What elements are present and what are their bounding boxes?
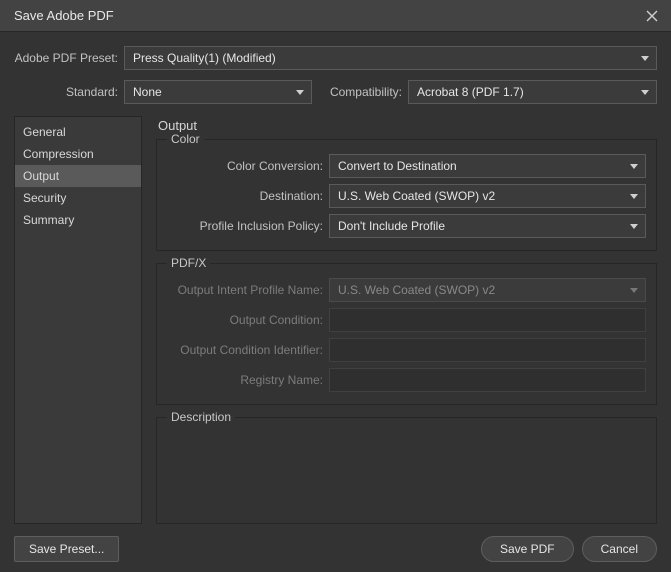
cancel-label: Cancel [601, 542, 638, 556]
output-condition-id-row: Output Condition Identifier: [167, 338, 646, 362]
registry-label: Registry Name: [167, 373, 329, 387]
destination-label: Destination: [167, 189, 329, 203]
intent-value: U.S. Web Coated (SWOP) v2 [338, 283, 495, 297]
intent-label: Output Intent Profile Name: [167, 283, 329, 297]
destination-select[interactable]: U.S. Web Coated (SWOP) v2 [329, 184, 646, 208]
description-legend: Description [167, 410, 235, 424]
preset-label: Adobe PDF Preset: [14, 51, 124, 65]
sidebar-item-compression[interactable]: Compression [15, 143, 141, 165]
color-group: Color Color Conversion: Convert to Desti… [156, 139, 657, 251]
registry-row: Registry Name: [167, 368, 646, 392]
color-conversion-select[interactable]: Convert to Destination [329, 154, 646, 178]
sidebar: General Compression Output Security Summ… [14, 116, 142, 524]
chevron-down-icon [629, 191, 639, 201]
sidebar-item-label: General [23, 125, 66, 139]
footer: Save Preset... Save PDF Cancel [14, 524, 657, 562]
output-panel: Output Color Color Conversion: Convert t… [156, 116, 657, 524]
color-legend: Color [167, 132, 204, 146]
sidebar-item-security[interactable]: Security [15, 187, 141, 209]
sidebar-item-label: Compression [23, 147, 94, 161]
chevron-down-icon [640, 53, 650, 63]
close-button[interactable] [643, 7, 661, 25]
policy-value: Don't Include Profile [338, 219, 445, 233]
chevron-down-icon [295, 87, 305, 97]
standard-row: Standard: None Compatibility: Acrobat 8 … [14, 80, 657, 104]
sidebar-item-label: Security [23, 191, 66, 205]
output-condition-id-label: Output Condition Identifier: [167, 343, 329, 357]
save-preset-button[interactable]: Save Preset... [14, 536, 119, 562]
description-group: Description [156, 417, 657, 524]
chevron-down-icon [640, 87, 650, 97]
output-condition-label: Output Condition: [167, 313, 329, 327]
sidebar-item-label: Output [23, 169, 59, 183]
destination-value: U.S. Web Coated (SWOP) v2 [338, 189, 495, 203]
color-conversion-row: Color Conversion: Convert to Destination [167, 154, 646, 178]
compatibility-select[interactable]: Acrobat 8 (PDF 1.7) [408, 80, 657, 104]
preset-select-value: Press Quality(1) (Modified) [133, 51, 276, 65]
chevron-down-icon [629, 161, 639, 171]
intent-row: Output Intent Profile Name: U.S. Web Coa… [167, 278, 646, 302]
standard-label: Standard: [14, 85, 124, 99]
chevron-down-icon [629, 221, 639, 231]
policy-label: Profile Inclusion Policy: [167, 219, 329, 233]
registry-input [329, 368, 646, 392]
preset-row: Adobe PDF Preset: Press Quality(1) (Modi… [14, 46, 657, 70]
policy-row: Profile Inclusion Policy: Don't Include … [167, 214, 646, 238]
intent-select: U.S. Web Coated (SWOP) v2 [329, 278, 646, 302]
save-pdf-label: Save PDF [500, 542, 555, 556]
window-title: Save Adobe PDF [14, 8, 114, 23]
color-conversion-value: Convert to Destination [338, 159, 457, 173]
cancel-button[interactable]: Cancel [582, 536, 657, 562]
output-condition-row: Output Condition: [167, 308, 646, 332]
pdfx-legend: PDF/X [167, 256, 210, 270]
compatibility-select-value: Acrobat 8 (PDF 1.7) [417, 85, 524, 99]
compatibility-label: Compatibility: [312, 85, 408, 99]
sidebar-item-summary[interactable]: Summary [15, 209, 141, 231]
save-preset-label: Save Preset... [29, 542, 104, 556]
standard-select-value: None [133, 85, 162, 99]
close-icon [646, 10, 658, 22]
save-adobe-pdf-dialog: Save Adobe PDF Adobe PDF Preset: Press Q… [0, 0, 671, 572]
chevron-down-icon [629, 285, 639, 295]
preset-select[interactable]: Press Quality(1) (Modified) [124, 46, 657, 70]
dialog-body: Adobe PDF Preset: Press Quality(1) (Modi… [0, 32, 671, 572]
sidebar-item-output[interactable]: Output [15, 165, 141, 187]
policy-select[interactable]: Don't Include Profile [329, 214, 646, 238]
panel-title: Output [158, 118, 657, 133]
output-condition-id-input [329, 338, 646, 362]
save-pdf-button[interactable]: Save PDF [481, 536, 574, 562]
pdfx-group: PDF/X Output Intent Profile Name: U.S. W… [156, 263, 657, 405]
main-area: General Compression Output Security Summ… [14, 116, 657, 524]
color-conversion-label: Color Conversion: [167, 159, 329, 173]
output-condition-input [329, 308, 646, 332]
destination-row: Destination: U.S. Web Coated (SWOP) v2 [167, 184, 646, 208]
sidebar-item-general[interactable]: General [15, 121, 141, 143]
titlebar: Save Adobe PDF [0, 0, 671, 32]
standard-select[interactable]: None [124, 80, 312, 104]
sidebar-item-label: Summary [23, 213, 74, 227]
